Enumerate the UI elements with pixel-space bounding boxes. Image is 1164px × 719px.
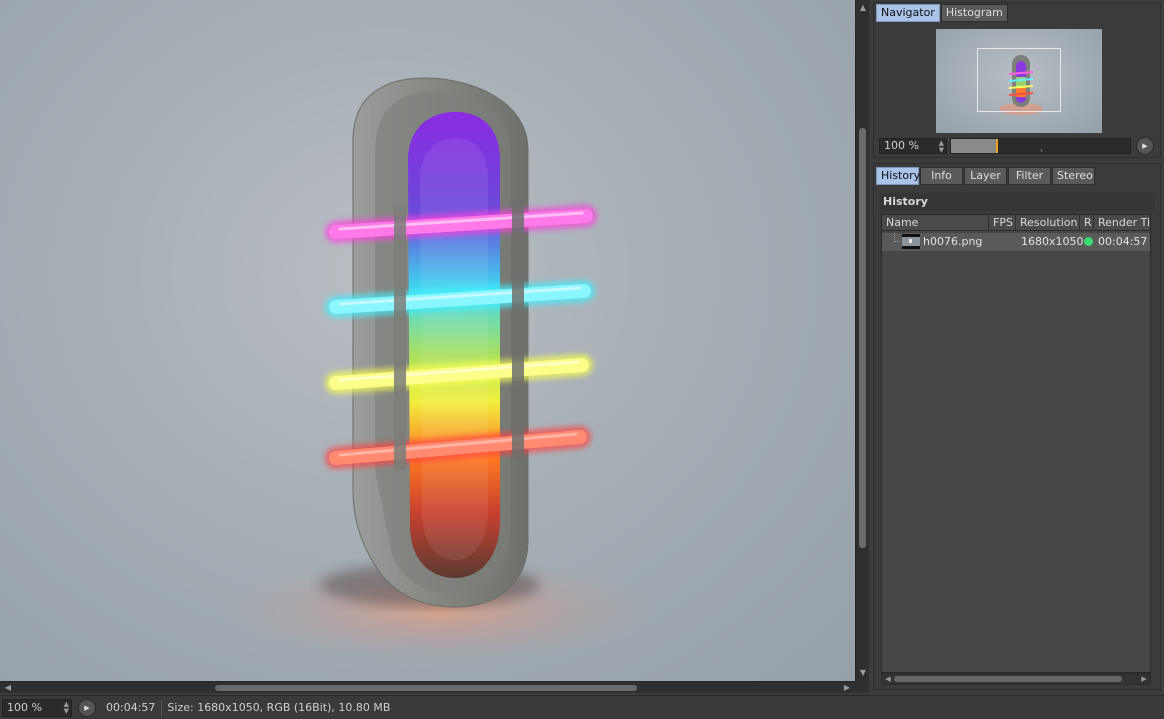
column-header-name[interactable]: Name	[882, 215, 989, 231]
viewport-vertical-scrollbar[interactable]: ▲ ▼	[855, 0, 869, 681]
tab-info[interactable]: Info	[920, 167, 963, 185]
spinner-icon[interactable]: ▲ ▼	[939, 140, 944, 154]
status-bar: 100 % ▲ ▼ ▶ 00:04:57 Size: 1680x1050, RGB…	[0, 695, 1164, 719]
viewport-horizontal-scrollbar[interactable]: ◀ ▶	[0, 681, 855, 693]
play-icon: ▶	[1142, 142, 1148, 150]
column-header-render-time[interactable]: Render Tir	[1094, 215, 1150, 231]
scrollbar-corner	[855, 681, 869, 693]
history-horizontal-scrollbar[interactable]: ◀ ▶	[881, 673, 1151, 685]
status-render-time: 00:04:57	[106, 701, 156, 714]
spinner-icon[interactable]: ▲ ▼	[64, 700, 69, 715]
tree-line-icon	[894, 233, 900, 242]
tab-navigator[interactable]: Navigator	[876, 4, 940, 22]
history-tabbar: History Info Layer Filter Stereo	[876, 167, 1095, 185]
zoom-slider-handle[interactable]	[996, 139, 998, 153]
status-image-info: Size: 1680x1050, RGB (16Bit), 10.80 MB	[167, 701, 391, 714]
row-render-time: 00:04:57	[1098, 235, 1148, 248]
tab-history[interactable]: History	[876, 167, 920, 185]
column-header-fps[interactable]: FPS	[989, 215, 1016, 231]
render-viewport[interactable]	[0, 0, 855, 681]
navigator-tabbar: Navigator Histogram	[876, 4, 1008, 22]
history-group: History Info Layer Filter Stereo History…	[873, 163, 1161, 690]
column-header-r[interactable]: R	[1080, 215, 1094, 231]
tab-stereo[interactable]: Stereo	[1052, 167, 1095, 185]
status-zoom-field[interactable]: 100 % ▲ ▼	[2, 698, 72, 717]
tab-layer[interactable]: Layer	[964, 167, 1007, 185]
tab-histogram[interactable]: Histogram	[940, 4, 1008, 22]
history-title: History	[879, 193, 1155, 211]
arrow-up-icon[interactable]: ▲	[856, 2, 870, 14]
slider-tick	[1041, 149, 1042, 152]
horizontal-scroll-thumb[interactable]	[215, 685, 637, 691]
render-image	[220, 77, 660, 665]
right-panel: Navigator Histogram 100 % ▲ ▼ ▶ History …	[869, 0, 1164, 695]
history-table-header: Name FPS Resolution R Render Tir	[882, 215, 1150, 231]
play-icon: ▶	[84, 703, 90, 712]
history-table[interactable]: Name FPS Resolution R Render Tir h0076.p…	[881, 214, 1151, 673]
tab-filter[interactable]: Filter	[1008, 167, 1051, 185]
status-dot-icon	[1084, 237, 1093, 246]
zoom-slider-fill	[951, 139, 996, 153]
vertical-scroll-thumb[interactable]	[859, 128, 866, 548]
divider	[161, 699, 163, 716]
column-header-resolution[interactable]: Resolution	[1016, 215, 1080, 231]
navigator-thumbnail[interactable]	[936, 29, 1102, 133]
navigator-view-frame[interactable]	[977, 48, 1061, 112]
arrow-right-icon[interactable]: ▶	[841, 682, 853, 694]
navigator-zoom-slider[interactable]	[950, 138, 1131, 154]
arrow-left-icon[interactable]: ◀	[883, 674, 893, 684]
status-zoom-value: 100 %	[7, 700, 42, 714]
navigator-zoom-field[interactable]: 100 % ▲ ▼	[879, 138, 947, 154]
row-name: h0076.png	[923, 235, 983, 248]
arrow-down-icon[interactable]: ▼	[856, 667, 870, 679]
history-scroll-thumb[interactable]	[894, 676, 1122, 682]
navigator-zoom-value: 100 %	[884, 139, 919, 152]
arrow-right-icon[interactable]: ▶	[1139, 674, 1149, 684]
row-resolution: 1680x1050	[1021, 235, 1084, 248]
navigator-play-button[interactable]: ▶	[1136, 137, 1154, 155]
row-thumbnail	[902, 234, 920, 249]
status-play-button[interactable]: ▶	[78, 698, 96, 717]
table-row[interactable]: h0076.png 1680x1050 00:04:57	[882, 233, 1150, 251]
arrow-left-icon[interactable]: ◀	[2, 682, 14, 694]
navigator-group: Navigator Histogram 100 % ▲ ▼ ▶	[873, 2, 1161, 158]
